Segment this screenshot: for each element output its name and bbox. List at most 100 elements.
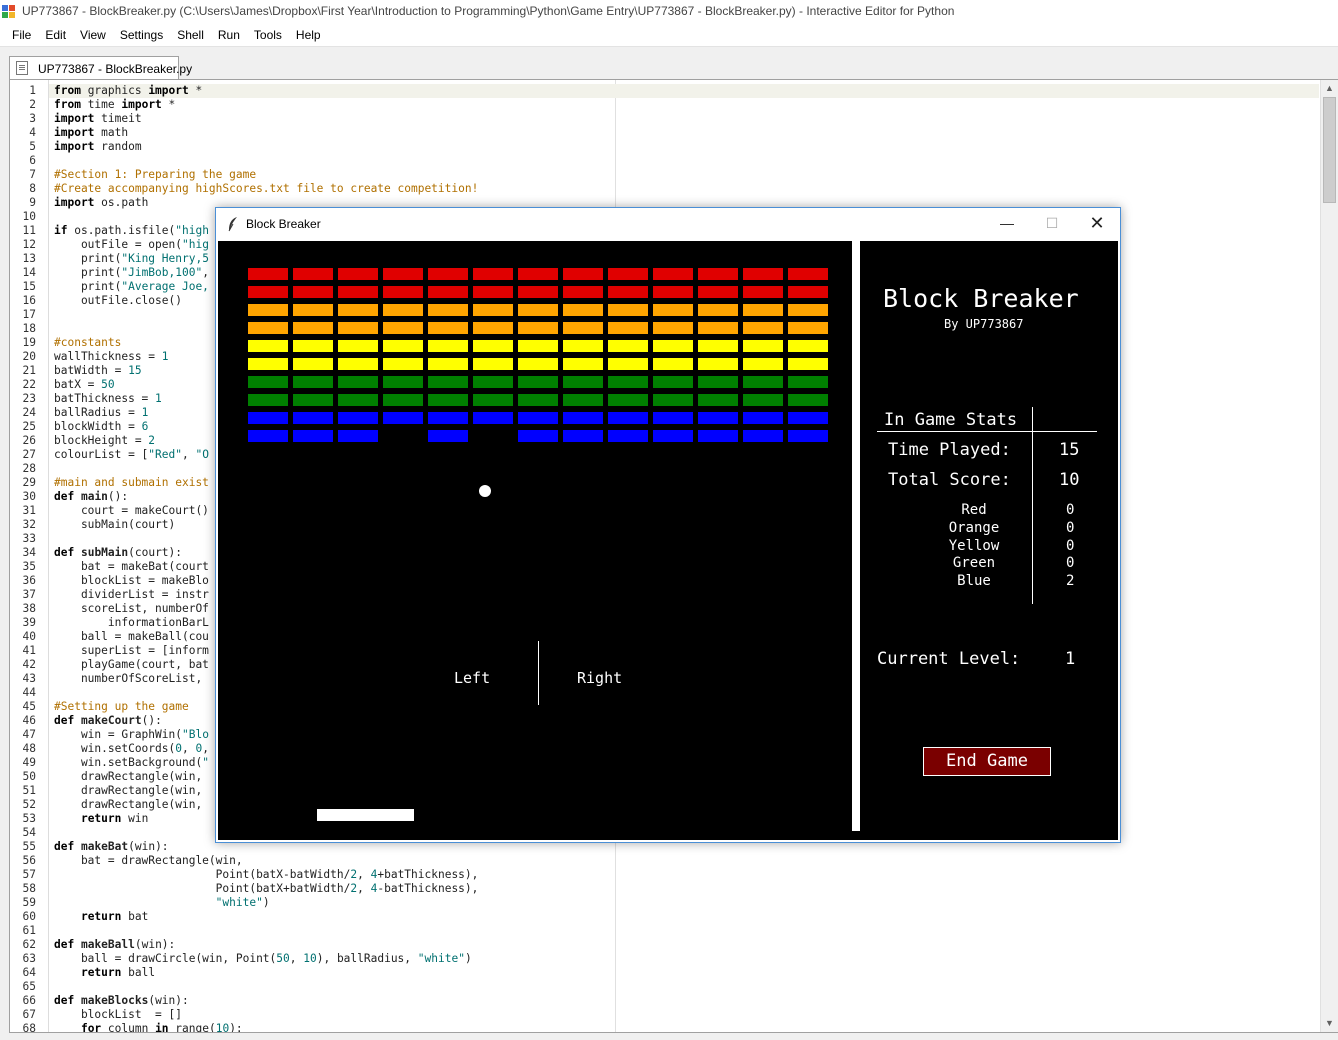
code-line-text: Point(batX+batWidth/2, 4-batThickness), — [54, 882, 479, 895]
menu-file[interactable]: File — [5, 24, 38, 46]
game-title: Block Breaker — [883, 284, 1079, 313]
block — [248, 286, 288, 298]
scroll-down-icon[interactable]: ▼ — [1321, 1015, 1338, 1032]
tab-blockbreaker[interactable]: UP773867 - BlockBreaker.py — [9, 56, 192, 79]
code-line: 64 return ball — [10, 966, 1320, 980]
game-canvas[interactable]: Left Right Block Breaker By UP773867 In … — [218, 241, 1118, 840]
menu-view[interactable]: View — [73, 24, 113, 46]
line-number: 30 — [22, 490, 36, 503]
menu-help[interactable]: Help — [289, 24, 328, 46]
block — [338, 394, 378, 406]
end-game-button[interactable]: End Game — [923, 747, 1051, 776]
block — [608, 340, 648, 352]
code-line-text: outFile.close() — [54, 294, 182, 307]
code-line-text: import timeit — [54, 112, 142, 125]
stat-blue-label: Blue — [957, 573, 991, 590]
code-line: 57 Point(batX-batWidth/2, 4+batThickness… — [10, 868, 1320, 882]
block — [743, 304, 783, 316]
line-number: 11 — [22, 224, 36, 237]
vertical-scrollbar[interactable]: ▲ ▼ — [1320, 80, 1338, 1032]
block — [518, 376, 558, 388]
code-line-text: ball = drawCircle(win, Point(50, 10), ba… — [54, 952, 472, 965]
block — [608, 376, 648, 388]
block — [743, 340, 783, 352]
block — [428, 268, 468, 280]
block — [788, 376, 828, 388]
line-number: 36 — [22, 574, 36, 587]
line-number: 21 — [22, 364, 36, 377]
scroll-thumb[interactable] — [1323, 97, 1336, 203]
code-line-text: print("JimBob,100", — [54, 266, 209, 279]
line-number: 38 — [22, 602, 36, 615]
line-number: 50 — [22, 770, 36, 783]
code-line: 5 import random — [10, 140, 1320, 154]
block — [248, 412, 288, 424]
block — [338, 322, 378, 334]
line-number: 31 — [22, 504, 36, 517]
code-line: 66 def makeBlocks(win): — [10, 994, 1320, 1008]
block — [653, 358, 693, 370]
right-control-label[interactable]: Right — [577, 669, 622, 687]
code-line-text: drawRectangle(win, — [54, 798, 203, 811]
line-number: 10 — [22, 210, 36, 223]
code-line-text: drawRectangle(win, — [54, 784, 203, 797]
block — [743, 394, 783, 406]
block — [383, 340, 423, 352]
code-line: 62 def makeBall(win): — [10, 938, 1320, 952]
line-number: 68 — [22, 1022, 36, 1033]
line-number: 33 — [22, 532, 36, 545]
block — [653, 412, 693, 424]
game-window-title: Block Breaker — [246, 217, 321, 231]
stat-orange-label: Orange — [948, 519, 1000, 536]
line-number: 57 — [22, 868, 36, 881]
stat-red-value: 0 — [1066, 502, 1075, 518]
menu-tools[interactable]: Tools — [247, 24, 289, 46]
line-number: 9 — [29, 196, 36, 209]
line-number: 61 — [22, 924, 36, 937]
left-control-label[interactable]: Left — [454, 669, 490, 687]
code-line: 8 #Create accompanying highScores.txt fil… — [10, 182, 1320, 196]
line-number: 53 — [22, 812, 36, 825]
code-line-text: def makeBall(win): — [54, 938, 176, 951]
game-byline: By UP773867 — [944, 317, 1024, 331]
line-number: 40 — [22, 630, 36, 643]
window-titlebar: UP773867 - BlockBreaker.py (C:\Users\Jam… — [0, 0, 1338, 24]
code-line: 68 for column in range(10): — [10, 1022, 1320, 1033]
code-line-text: batX = 50 — [54, 378, 115, 391]
code-line-text: batThickness = 1 — [54, 392, 162, 405]
code-line-text: def makeCourt(): — [54, 714, 162, 727]
code-line-text: from graphics import * — [54, 84, 203, 97]
block — [743, 430, 783, 442]
block — [653, 268, 693, 280]
menu-edit[interactable]: Edit — [38, 24, 73, 46]
line-number: 13 — [22, 252, 36, 265]
block — [248, 376, 288, 388]
line-number: 27 — [22, 448, 36, 461]
block — [698, 268, 738, 280]
block — [518, 430, 558, 442]
line-number: 55 — [22, 840, 36, 853]
code-line-text: return bat — [80, 910, 149, 923]
total-score-value: 10 — [1059, 470, 1080, 490]
block — [248, 358, 288, 370]
minimize-icon[interactable]: — — [984, 208, 1030, 238]
scroll-up-icon[interactable]: ▲ — [1321, 80, 1338, 97]
block — [383, 304, 423, 316]
block — [338, 340, 378, 352]
line-number: 48 — [22, 742, 36, 755]
code-line-text: subMain(court) — [54, 518, 176, 531]
menu-settings[interactable]: Settings — [113, 24, 170, 46]
code-line-text: scoreList, numberOf — [54, 602, 209, 615]
menu-run[interactable]: Run — [211, 24, 247, 46]
code-line-text: def subMain(court): — [54, 546, 183, 559]
menu-shell[interactable]: Shell — [170, 24, 211, 46]
maximize-icon[interactable]: ☐ — [1029, 208, 1075, 238]
block — [473, 358, 513, 370]
block — [248, 340, 288, 352]
block — [788, 430, 828, 442]
block — [653, 304, 693, 316]
block — [563, 286, 603, 298]
line-number: 18 — [22, 322, 36, 335]
close-icon[interactable]: ✕ — [1074, 208, 1120, 238]
code-line-text: numberOfScoreList, — [54, 672, 203, 685]
